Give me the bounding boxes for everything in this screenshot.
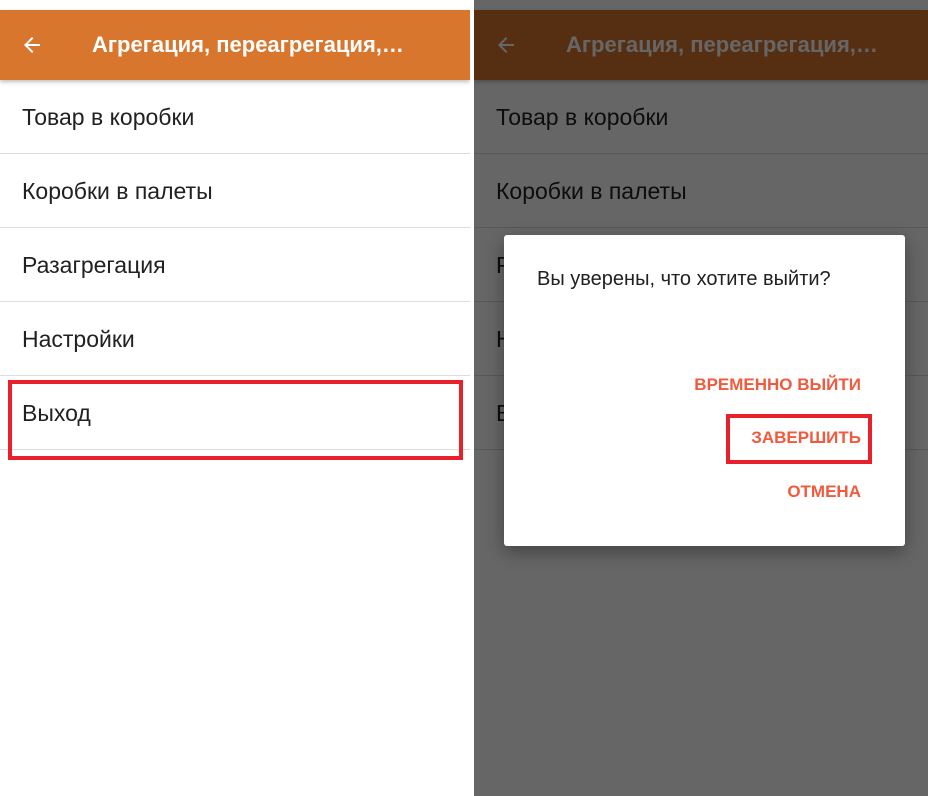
menu-item-settings[interactable]: Настройки — [0, 302, 470, 376]
exit-highlight-frame — [8, 380, 463, 460]
menu-item-label: Коробки в палеты — [22, 178, 213, 204]
temporary-exit-button[interactable]: ВРЕМЕННО ВЫЙТИ — [694, 375, 861, 395]
screen-menu: Агрегация, переагрегация,… Товар в короб… — [0, 0, 470, 796]
cancel-button[interactable]: ОТМЕНА — [787, 482, 861, 502]
dialog-message: Вы уверены, что хотите выйти? — [537, 268, 831, 290]
menu-item-goods-to-boxes[interactable]: Товар в коробки — [0, 80, 470, 154]
exit-confirm-dialog: Вы уверены, что хотите выйти? ВРЕМЕННО В… — [504, 235, 905, 546]
menu-item-label: Разагрегация — [22, 252, 166, 278]
finish-highlight-frame — [726, 414, 872, 464]
app-bar: Агрегация, переагрегация,… — [0, 10, 470, 80]
app-title: Агрегация, переагрегация,… — [92, 32, 404, 57]
menu-item-label: Товар в коробки — [22, 104, 195, 130]
screen-exit-dialog: Агрегация, переагрегация,… Товар в короб… — [474, 0, 928, 796]
back-arrow-icon[interactable] — [20, 33, 44, 57]
menu-item-label: Настройки — [22, 326, 135, 352]
menu-item-disaggregation[interactable]: Разагрегация — [0, 228, 470, 302]
menu-item-boxes-to-pallets[interactable]: Коробки в палеты — [0, 154, 470, 228]
